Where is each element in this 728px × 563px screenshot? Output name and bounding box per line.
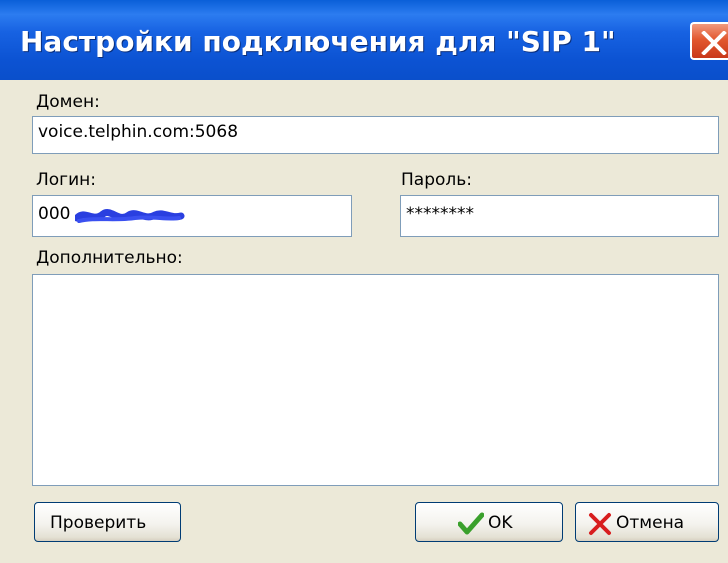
cancel-button[interactable]: Отмена	[575, 502, 719, 542]
cancel-button-label: Отмена	[616, 513, 685, 533]
login-field[interactable]: 000	[32, 195, 352, 237]
domain-value: voice.telphin.com:5068	[38, 122, 239, 142]
close-button[interactable]	[690, 22, 728, 60]
dialog-window: Настройки подключения для "SIP 1" Домен:…	[0, 0, 728, 563]
cross-icon	[589, 513, 611, 535]
login-value: 000	[38, 204, 71, 224]
extra-textarea[interactable]	[32, 274, 719, 486]
check-button[interactable]: Проверить	[34, 502, 181, 542]
ok-button-label: OK	[488, 513, 513, 533]
password-value: ********	[406, 204, 474, 224]
password-label: Пароль:	[401, 170, 473, 190]
ok-button[interactable]: OK	[415, 502, 563, 542]
title-bar[interactable]: Настройки подключения для "SIP 1"	[0, 0, 728, 80]
password-field[interactable]: ********	[400, 195, 719, 237]
window-title: Настройки подключения для "SIP 1"	[20, 25, 616, 58]
domain-label: Домен:	[36, 92, 100, 112]
check-button-label: Проверить	[50, 513, 147, 533]
close-icon	[701, 31, 727, 55]
login-label: Логин:	[36, 170, 97, 190]
checkmark-icon	[458, 512, 484, 535]
extra-label: Дополнительно:	[36, 248, 183, 268]
redaction-scribble	[75, 209, 185, 223]
domain-field[interactable]: voice.telphin.com:5068	[32, 116, 719, 154]
